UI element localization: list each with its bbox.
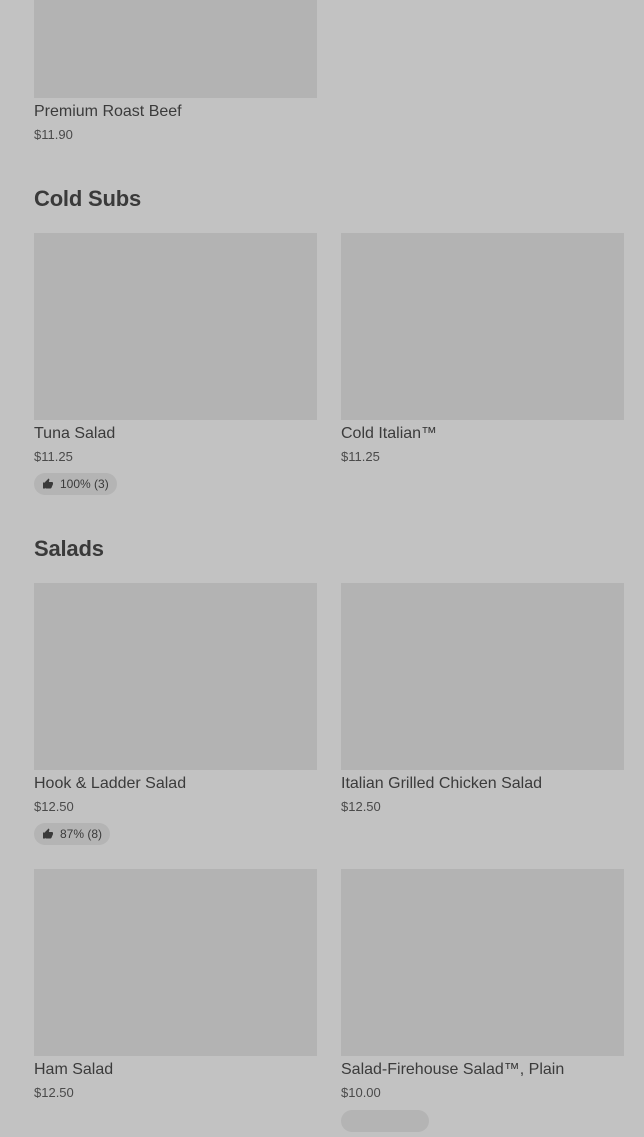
menu-item-cold-italian[interactable]: Cold Italian™ $11.25 [341, 233, 624, 464]
item-price: $10.00 [341, 1085, 381, 1100]
item-image [341, 233, 624, 420]
item-name: Ham Salad [34, 1061, 114, 1078]
item-price: $11.90 [34, 127, 73, 142]
item-price: $12.50 [34, 799, 74, 814]
item-name: Salad-Firehouse Salad™, Plain [341, 1061, 565, 1078]
item-image [34, 869, 317, 1056]
item-image [341, 869, 624, 1056]
menu-item-hook-ladder-salad[interactable]: Hook & Ladder Salad $12.50 87% (8) [34, 583, 317, 845]
item-image [34, 0, 317, 98]
item-price: $11.25 [341, 449, 380, 464]
item-image [34, 233, 317, 420]
rating-badge: 100% (3) [34, 473, 117, 495]
menu-item-firehouse-salad-plain[interactable]: Salad-Firehouse Salad™, Plain $10.00 [341, 869, 624, 1137]
item-name: Hook & Ladder Salad [34, 775, 187, 792]
menu-item-italian-grilled-chicken-salad[interactable]: Italian Grilled Chicken Salad $12.50 [341, 583, 624, 814]
item-price: $12.50 [34, 1085, 74, 1100]
item-name: Italian Grilled Chicken Salad [341, 775, 542, 792]
item-name: Premium Roast Beef [34, 103, 182, 120]
item-price: $11.25 [34, 449, 73, 464]
item-name: Tuna Salad [34, 425, 116, 442]
rating-badge [341, 1110, 429, 1132]
menu-item-premium-roast-beef[interactable]: Premium Roast Beef $11.90 [34, 0, 317, 142]
thumbs-up-icon [42, 828, 54, 840]
section-title-cold-subs: Cold Subs [34, 186, 141, 211]
menu-item-ham-salad[interactable]: Ham Salad $12.50 [34, 869, 317, 1100]
item-image [34, 583, 317, 770]
menu-item-tuna-salad[interactable]: Tuna Salad $11.25 100% (3) [34, 233, 317, 495]
thumbs-up-icon [42, 478, 54, 490]
rating-text: 87% (8) [60, 827, 103, 841]
rating-badge: 87% (8) [34, 823, 111, 845]
item-name: Cold Italian™ [341, 425, 438, 442]
section-title-salads: Salads [34, 536, 104, 561]
item-image [341, 583, 624, 770]
item-price: $12.50 [341, 799, 381, 814]
rating-text: 100% (3) [60, 477, 109, 491]
